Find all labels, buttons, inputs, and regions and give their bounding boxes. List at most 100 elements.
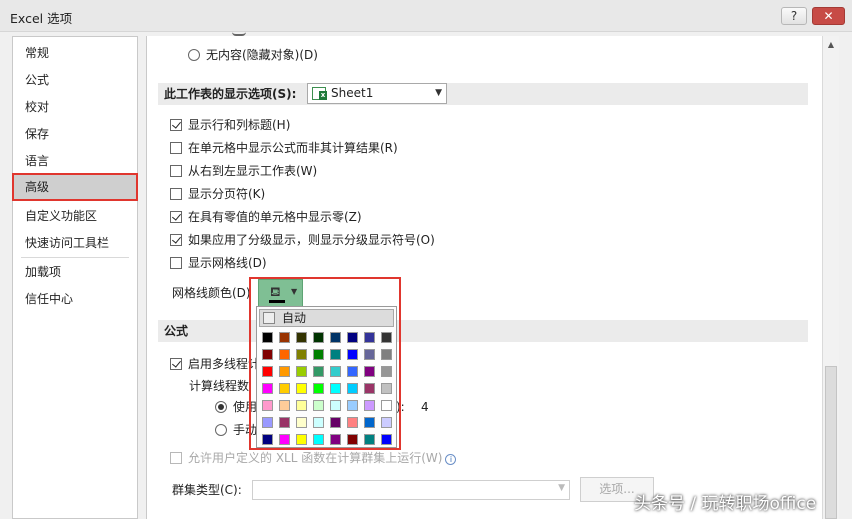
nav-item-save[interactable]: 保存 bbox=[13, 121, 137, 147]
show-formulas-checkbox[interactable] bbox=[170, 142, 182, 154]
nav-item-formulas[interactable]: 公式 bbox=[13, 67, 137, 93]
nav-item-general[interactable]: 常规 bbox=[13, 40, 137, 66]
color-swatch[interactable] bbox=[364, 332, 375, 343]
right-to-left-checkbox[interactable] bbox=[170, 165, 182, 177]
show-gridlines-checkbox[interactable] bbox=[170, 257, 182, 269]
color-swatch[interactable] bbox=[296, 349, 307, 360]
color-swatch[interactable] bbox=[330, 349, 341, 360]
color-swatch[interactable] bbox=[381, 332, 392, 343]
option-label: 启用多线程计 bbox=[188, 357, 261, 371]
scroll-thumb[interactable] bbox=[825, 366, 837, 519]
color-swatch[interactable] bbox=[262, 417, 273, 428]
option-show-formulas[interactable]: 在单元格中显示公式而非其计算结果(R) bbox=[170, 138, 398, 158]
color-swatch[interactable] bbox=[364, 434, 375, 445]
automatic-color-option[interactable]: 自动 bbox=[259, 309, 394, 327]
color-swatch[interactable] bbox=[330, 417, 341, 428]
nav-item-advanced[interactable]: 高级 bbox=[12, 173, 138, 201]
cluster-type-select[interactable]: ▼ bbox=[252, 480, 570, 500]
color-swatch[interactable] bbox=[296, 417, 307, 428]
option-multithread[interactable]: 启用多线程计 bbox=[170, 354, 260, 374]
color-swatch[interactable] bbox=[347, 400, 358, 411]
color-swatch[interactable] bbox=[262, 366, 273, 377]
color-swatch[interactable] bbox=[262, 349, 273, 360]
show-headers-checkbox[interactable] bbox=[170, 119, 182, 131]
manual-thread-radio[interactable] bbox=[215, 424, 227, 436]
page-breaks-checkbox[interactable] bbox=[170, 188, 182, 200]
color-swatch[interactable] bbox=[347, 417, 358, 428]
color-swatch[interactable] bbox=[313, 349, 324, 360]
color-swatch[interactable] bbox=[262, 434, 273, 445]
color-swatch[interactable] bbox=[279, 332, 290, 343]
show-zero-checkbox[interactable] bbox=[170, 211, 182, 223]
color-swatch[interactable] bbox=[330, 332, 341, 343]
sheet-select[interactable]: Sheet1 ▼ bbox=[307, 83, 447, 104]
manual-thread-option[interactable]: 手动 bbox=[215, 420, 257, 440]
color-swatch[interactable] bbox=[330, 434, 341, 445]
color-swatch[interactable] bbox=[262, 400, 273, 411]
color-swatch[interactable] bbox=[330, 400, 341, 411]
color-swatch[interactable] bbox=[279, 383, 290, 394]
color-swatch[interactable] bbox=[381, 400, 392, 411]
color-swatch[interactable] bbox=[364, 383, 375, 394]
color-swatch[interactable] bbox=[262, 332, 273, 343]
color-swatch[interactable] bbox=[330, 383, 341, 394]
color-swatch[interactable] bbox=[296, 400, 307, 411]
allow-xll-checkbox[interactable] bbox=[170, 452, 182, 464]
color-swatch[interactable] bbox=[279, 417, 290, 428]
color-swatch[interactable] bbox=[313, 366, 324, 377]
color-swatch[interactable] bbox=[296, 366, 307, 377]
color-swatch[interactable] bbox=[347, 366, 358, 377]
option-show-gridlines[interactable]: 显示网格线(D) bbox=[170, 253, 267, 273]
close-button[interactable]: ✕ bbox=[812, 7, 845, 25]
color-swatch[interactable] bbox=[262, 383, 273, 394]
multithread-checkbox[interactable] bbox=[170, 358, 182, 370]
color-swatch[interactable] bbox=[279, 434, 290, 445]
color-swatch[interactable] bbox=[347, 349, 358, 360]
hidden-objects-option[interactable]: 无内容(隐藏对象)(D) bbox=[188, 45, 318, 65]
option-show-headers[interactable]: 显示行和列标题(H) bbox=[170, 115, 290, 135]
gridline-color-button[interactable]: ⛾ ▼ bbox=[258, 279, 303, 307]
color-swatch[interactable] bbox=[364, 349, 375, 360]
option-page-breaks[interactable]: 显示分页符(K) bbox=[170, 184, 265, 204]
use-all-processors-radio[interactable] bbox=[215, 401, 227, 413]
scroll-up-arrow-icon[interactable]: ▲ bbox=[825, 39, 837, 51]
nav-item-quick-access-toolbar[interactable]: 快速访问工具栏 bbox=[13, 230, 137, 256]
color-swatch[interactable] bbox=[296, 332, 307, 343]
hidden-objects-radio[interactable] bbox=[188, 49, 200, 61]
nav-item-customize-ribbon[interactable]: 自定义功能区 bbox=[13, 203, 137, 229]
color-swatch[interactable] bbox=[313, 400, 324, 411]
color-swatch[interactable] bbox=[347, 383, 358, 394]
color-swatch[interactable] bbox=[330, 366, 341, 377]
option-show-zero[interactable]: 在具有零值的单元格中显示零(Z) bbox=[170, 207, 362, 227]
vertical-scrollbar[interactable]: ▲ bbox=[822, 36, 839, 519]
color-swatch[interactable] bbox=[347, 434, 358, 445]
color-swatch[interactable] bbox=[381, 383, 392, 394]
color-swatch[interactable] bbox=[381, 417, 392, 428]
nav-item-language[interactable]: 语言 bbox=[13, 148, 137, 174]
option-label: 如果应用了分级显示，则显示分级显示符号(O) bbox=[188, 233, 435, 247]
color-swatch[interactable] bbox=[364, 400, 375, 411]
color-swatch[interactable] bbox=[313, 434, 324, 445]
option-right-to-left[interactable]: 从右到左显示工作表(W) bbox=[170, 161, 317, 181]
color-swatch[interactable] bbox=[279, 349, 290, 360]
color-swatch[interactable] bbox=[347, 332, 358, 343]
color-swatch[interactable] bbox=[381, 349, 392, 360]
color-swatch[interactable] bbox=[313, 417, 324, 428]
color-swatch[interactable] bbox=[313, 332, 324, 343]
color-swatch[interactable] bbox=[296, 434, 307, 445]
nav-item-add-ins[interactable]: 加载项 bbox=[13, 259, 137, 285]
color-swatch[interactable] bbox=[364, 366, 375, 377]
color-swatch[interactable] bbox=[313, 383, 324, 394]
nav-item-proofing[interactable]: 校对 bbox=[13, 94, 137, 120]
color-swatch[interactable] bbox=[279, 400, 290, 411]
color-swatch[interactable] bbox=[381, 434, 392, 445]
option-outline-symbols[interactable]: 如果应用了分级显示，则显示分级显示符号(O) bbox=[170, 230, 435, 250]
color-swatch[interactable] bbox=[364, 417, 375, 428]
color-swatch[interactable] bbox=[296, 383, 307, 394]
color-swatch[interactable] bbox=[279, 366, 290, 377]
nav-item-trust-center[interactable]: 信任中心 bbox=[13, 286, 137, 312]
outline-symbols-checkbox[interactable] bbox=[170, 234, 182, 246]
use-all-processors-option[interactable]: 使用 bbox=[215, 397, 257, 417]
color-swatch[interactable] bbox=[381, 366, 392, 377]
help-button[interactable]: ? bbox=[781, 7, 807, 25]
